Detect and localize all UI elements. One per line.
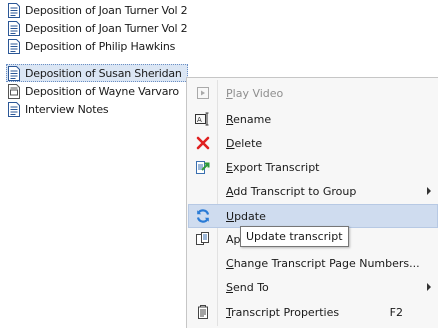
menu-item-transcript-properties[interactable]: Transcript Properties F2 bbox=[189, 301, 437, 323]
svg-text:A: A bbox=[197, 116, 202, 124]
context-menu: Play Video A Rename Delete Export Transc… bbox=[186, 77, 438, 328]
rename-icon: A bbox=[195, 111, 211, 127]
tree-item[interactable]: Deposition of Joan Turner Vol 2 bbox=[7, 19, 188, 37]
menu-item-delete[interactable]: Delete bbox=[189, 132, 437, 154]
tree-item-label: Deposition of Joan Turner Vol 2 bbox=[25, 21, 188, 35]
tree-item-label: Interview Notes bbox=[25, 102, 109, 116]
menu-item-update[interactable]: Update bbox=[188, 204, 438, 228]
document-icon bbox=[8, 20, 20, 36]
play-video-icon bbox=[195, 85, 211, 101]
tree-item-label: Deposition of Joan Turner Vol 2 bbox=[25, 3, 188, 17]
update-tooltip: Update transcript bbox=[240, 226, 349, 247]
refresh-icon bbox=[195, 208, 211, 224]
properties-icon bbox=[195, 304, 211, 320]
tree-item-label: Deposition of Susan Sheridan bbox=[25, 66, 182, 80]
tree-item-label: Deposition of Philip Hawkins bbox=[25, 39, 176, 53]
export-icon bbox=[195, 159, 211, 175]
document-icon bbox=[8, 2, 20, 18]
tree-item-selected[interactable]: Deposition of Susan Sheridan bbox=[6, 64, 188, 82]
menu-item-add-transcript-to-group[interactable]: Add Transcript to Group bbox=[189, 180, 437, 202]
shortcut-label: F2 bbox=[389, 305, 403, 319]
menu-item-change-transcript-page-numbers[interactable]: Change Transcript Page Numbers... bbox=[189, 252, 437, 274]
document-icon bbox=[8, 65, 20, 81]
tree-item[interactable]: Interview Notes bbox=[7, 100, 109, 118]
menu-item-play-video[interactable]: Play Video bbox=[189, 82, 437, 104]
tree-item[interactable]: Deposition of Philip Hawkins bbox=[7, 37, 175, 55]
menu-item-send-to[interactable]: Send To bbox=[189, 276, 437, 298]
tree-item[interactable]: Deposition of Joan Turner Vol 2 bbox=[7, 1, 188, 19]
document-icon bbox=[8, 101, 20, 117]
tree-item-label: Deposition of Wayne Varvaro bbox=[25, 84, 179, 98]
document-icon bbox=[8, 38, 20, 54]
tree-item[interactable]: Deposition of Wayne Varvaro bbox=[7, 82, 179, 100]
menu-item-export-transcript[interactable]: Export Transcript bbox=[189, 156, 437, 178]
video-document-icon bbox=[8, 83, 20, 99]
delete-icon bbox=[195, 135, 211, 151]
append-icon bbox=[195, 231, 211, 247]
submenu-arrow-icon bbox=[427, 187, 431, 195]
menu-item-rename[interactable]: A Rename bbox=[189, 108, 437, 130]
submenu-arrow-icon bbox=[427, 283, 431, 291]
